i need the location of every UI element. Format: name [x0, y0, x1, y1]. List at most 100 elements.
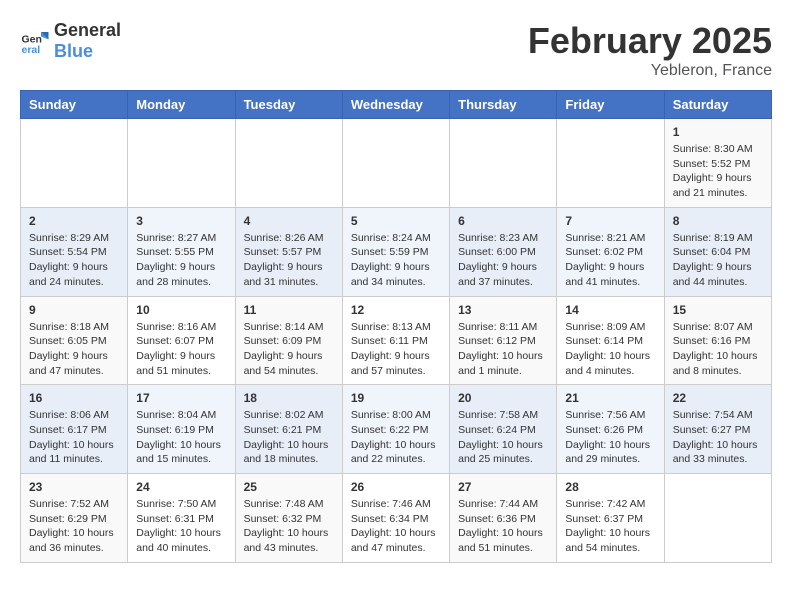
weekday-header: Tuesday	[235, 91, 342, 119]
day-number: 18	[244, 391, 334, 405]
calendar-day-cell: 24 Sunrise: 7:50 AM Sunset: 6:31 PM Dayli…	[128, 474, 235, 563]
svg-text:eral: eral	[22, 44, 41, 56]
day-number: 9	[29, 303, 119, 317]
day-number: 11	[244, 303, 334, 317]
day-number: 16	[29, 391, 119, 405]
day-number: 3	[136, 214, 226, 228]
day-info: Sunrise: 8:19 AM Sunset: 6:04 PM Dayligh…	[673, 231, 763, 290]
day-number: 20	[458, 391, 548, 405]
logo-text: General Blue	[54, 20, 121, 62]
day-info: Sunrise: 7:52 AM Sunset: 6:29 PM Dayligh…	[29, 497, 119, 556]
day-info: Sunrise: 7:50 AM Sunset: 6:31 PM Dayligh…	[136, 497, 226, 556]
day-number: 6	[458, 214, 548, 228]
calendar-day-cell	[342, 119, 449, 208]
weekday-header: Friday	[557, 91, 664, 119]
day-number: 27	[458, 480, 548, 494]
calendar-header-row: SundayMondayTuesdayWednesdayThursdayFrid…	[21, 91, 772, 119]
calendar-day-cell: 2 Sunrise: 8:29 AM Sunset: 5:54 PM Daylig…	[21, 207, 128, 296]
calendar-day-cell: 21Sunrise: 7:56 AM Sunset: 6:26 PM Dayli…	[557, 385, 664, 474]
day-info: Sunrise: 8:09 AM Sunset: 6:14 PM Dayligh…	[565, 320, 655, 379]
day-number: 19	[351, 391, 441, 405]
calendar-week-row: 23Sunrise: 7:52 AM Sunset: 6:29 PM Dayli…	[21, 474, 772, 563]
calendar-week-row: 2 Sunrise: 8:29 AM Sunset: 5:54 PM Daylig…	[21, 207, 772, 296]
page-title: February 2025	[528, 20, 772, 62]
day-info: Sunrise: 8:29 AM Sunset: 5:54 PM Dayligh…	[29, 231, 119, 290]
calendar-day-cell: 20 Sunrise: 7:58 AM Sunset: 6:24 PM Dayli…	[450, 385, 557, 474]
calendar-day-cell	[128, 119, 235, 208]
calendar-day-cell: 12 Sunrise: 8:13 AM Sunset: 6:11 PM Dayli…	[342, 296, 449, 385]
calendar-day-cell	[557, 119, 664, 208]
day-number: 17	[136, 391, 226, 405]
calendar-day-cell: 5 Sunrise: 8:24 AM Sunset: 5:59 PM Daylig…	[342, 207, 449, 296]
day-info: Sunrise: 8:24 AM Sunset: 5:59 PM Dayligh…	[351, 231, 441, 290]
calendar-day-cell: 13 Sunrise: 8:11 AM Sunset: 6:12 PM Dayli…	[450, 296, 557, 385]
day-info: Sunrise: 7:44 AM Sunset: 6:36 PM Dayligh…	[458, 497, 548, 556]
day-number: 14	[565, 303, 655, 317]
calendar-day-cell: 6 Sunrise: 8:23 AM Sunset: 6:00 PM Daylig…	[450, 207, 557, 296]
day-number: 1	[673, 125, 763, 139]
weekday-header: Saturday	[664, 91, 771, 119]
day-info: Sunrise: 7:42 AM Sunset: 6:37 PM Dayligh…	[565, 497, 655, 556]
calendar-day-cell: 22Sunrise: 7:54 AM Sunset: 6:27 PM Dayli…	[664, 385, 771, 474]
weekday-header: Thursday	[450, 91, 557, 119]
title-section: February 2025 Yebleron, France	[528, 20, 772, 80]
calendar-day-cell: 19 Sunrise: 8:00 AM Sunset: 6:22 PM Dayli…	[342, 385, 449, 474]
day-number: 8	[673, 214, 763, 228]
calendar-day-cell	[664, 474, 771, 563]
calendar-table: SundayMondayTuesdayWednesdayThursdayFrid…	[20, 90, 772, 563]
day-info: Sunrise: 7:46 AM Sunset: 6:34 PM Dayligh…	[351, 497, 441, 556]
calendar-day-cell: 9 Sunrise: 8:18 AM Sunset: 6:05 PM Daylig…	[21, 296, 128, 385]
calendar-day-cell	[235, 119, 342, 208]
day-info: Sunrise: 8:06 AM Sunset: 6:17 PM Dayligh…	[29, 408, 119, 467]
calendar-day-cell: 14 Sunrise: 8:09 AM Sunset: 6:14 PM Dayli…	[557, 296, 664, 385]
calendar-week-row: 1 Sunrise: 8:30 AM Sunset: 5:52 PM Daylig…	[21, 119, 772, 208]
day-number: 10	[136, 303, 226, 317]
calendar-day-cell: 4Sunrise: 8:26 AM Sunset: 5:57 PM Daylig…	[235, 207, 342, 296]
day-number: 24	[136, 480, 226, 494]
day-number: 26	[351, 480, 441, 494]
day-info: Sunrise: 8:07 AM Sunset: 6:16 PM Dayligh…	[673, 320, 763, 379]
day-info: Sunrise: 8:30 AM Sunset: 5:52 PM Dayligh…	[673, 142, 763, 201]
day-number: 5	[351, 214, 441, 228]
calendar-week-row: 9 Sunrise: 8:18 AM Sunset: 6:05 PM Daylig…	[21, 296, 772, 385]
calendar-day-cell: 18 Sunrise: 8:02 AM Sunset: 6:21 PM Dayli…	[235, 385, 342, 474]
day-info: Sunrise: 7:54 AM Sunset: 6:27 PM Dayligh…	[673, 408, 763, 467]
day-info: Sunrise: 8:04 AM Sunset: 6:19 PM Dayligh…	[136, 408, 226, 467]
day-number: 15	[673, 303, 763, 317]
day-info: Sunrise: 8:21 AM Sunset: 6:02 PM Dayligh…	[565, 231, 655, 290]
calendar-day-cell: 25 Sunrise: 7:48 AM Sunset: 6:32 PM Dayli…	[235, 474, 342, 563]
calendar-day-cell: 15 Sunrise: 8:07 AM Sunset: 6:16 PM Dayli…	[664, 296, 771, 385]
day-info: Sunrise: 8:00 AM Sunset: 6:22 PM Dayligh…	[351, 408, 441, 467]
calendar-day-cell: 23Sunrise: 7:52 AM Sunset: 6:29 PM Dayli…	[21, 474, 128, 563]
day-info: Sunrise: 8:16 AM Sunset: 6:07 PM Dayligh…	[136, 320, 226, 379]
calendar-day-cell: 28 Sunrise: 7:42 AM Sunset: 6:37 PM Dayli…	[557, 474, 664, 563]
calendar-day-cell	[21, 119, 128, 208]
day-info: Sunrise: 8:11 AM Sunset: 6:12 PM Dayligh…	[458, 320, 548, 379]
day-info: Sunrise: 8:13 AM Sunset: 6:11 PM Dayligh…	[351, 320, 441, 379]
day-info: Sunrise: 8:02 AM Sunset: 6:21 PM Dayligh…	[244, 408, 334, 467]
day-number: 13	[458, 303, 548, 317]
day-info: Sunrise: 8:26 AM Sunset: 5:57 PM Dayligh…	[244, 231, 334, 290]
calendar-day-cell: 7 Sunrise: 8:21 AM Sunset: 6:02 PM Daylig…	[557, 207, 664, 296]
calendar-day-cell: 16 Sunrise: 8:06 AM Sunset: 6:17 PM Dayli…	[21, 385, 128, 474]
weekday-header: Sunday	[21, 91, 128, 119]
day-info: Sunrise: 8:27 AM Sunset: 5:55 PM Dayligh…	[136, 231, 226, 290]
day-number: 25	[244, 480, 334, 494]
day-number: 28	[565, 480, 655, 494]
day-info: Sunrise: 8:14 AM Sunset: 6:09 PM Dayligh…	[244, 320, 334, 379]
day-info: Sunrise: 7:58 AM Sunset: 6:24 PM Dayligh…	[458, 408, 548, 467]
logo-general: General	[54, 20, 121, 40]
day-number: 7	[565, 214, 655, 228]
day-info: Sunrise: 8:23 AM Sunset: 6:00 PM Dayligh…	[458, 231, 548, 290]
day-number: 21	[565, 391, 655, 405]
calendar-day-cell	[450, 119, 557, 208]
calendar-day-cell: 10 Sunrise: 8:16 AM Sunset: 6:07 PM Dayli…	[128, 296, 235, 385]
calendar-day-cell: 8 Sunrise: 8:19 AM Sunset: 6:04 PM Daylig…	[664, 207, 771, 296]
weekday-header: Monday	[128, 91, 235, 119]
day-number: 12	[351, 303, 441, 317]
day-info: Sunrise: 7:48 AM Sunset: 6:32 PM Dayligh…	[244, 497, 334, 556]
logo-icon: Gen eral	[20, 26, 50, 56]
day-info: Sunrise: 8:18 AM Sunset: 6:05 PM Dayligh…	[29, 320, 119, 379]
day-number: 2	[29, 214, 119, 228]
logo-blue: Blue	[54, 41, 93, 61]
